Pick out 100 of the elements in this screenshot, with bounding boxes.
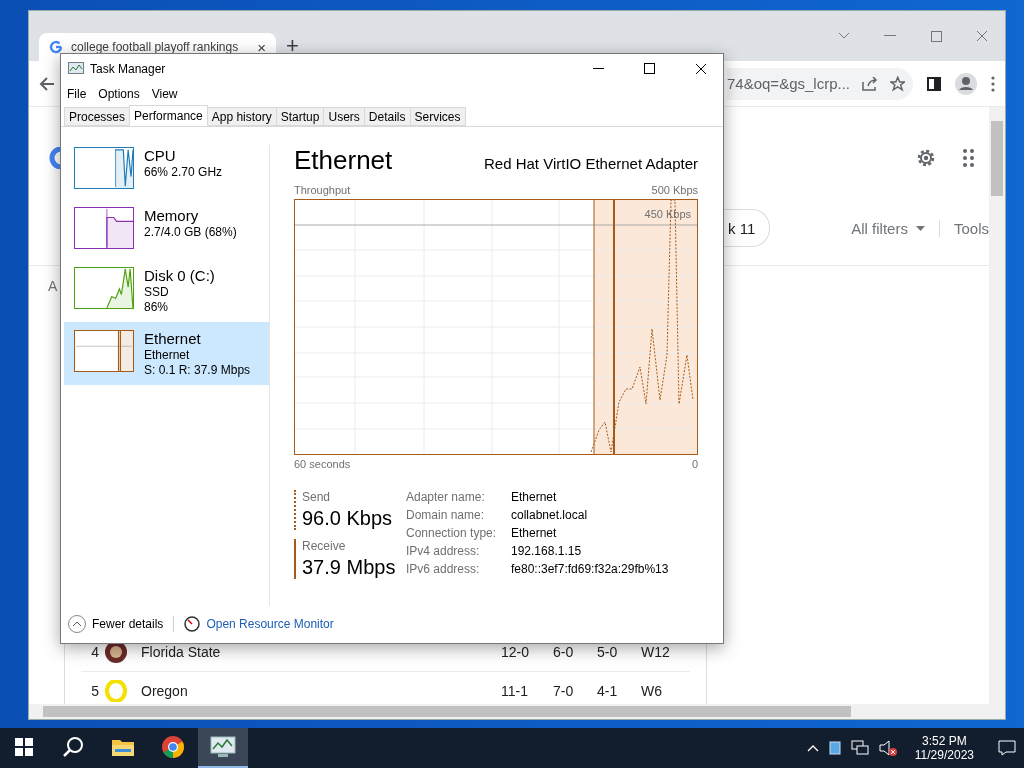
table-cell-text: 12-0 [501, 644, 531, 660]
graph-time-label: 0 [691, 458, 698, 470]
clock-time[interactable]: 3:52 PM [922, 734, 967, 748]
minimize-icon [593, 67, 604, 70]
search-engine-icon [49, 40, 63, 54]
menu-item[interactable]: File [67, 87, 87, 101]
apps-grid-icon[interactable] [963, 149, 975, 167]
settings-icon[interactable] [915, 147, 937, 169]
maximize-icon [930, 30, 942, 42]
resource-item[interactable]: Ethernet Ethernet S: 0.1 R: 37.9 Mbps [64, 322, 269, 385]
tab[interactable]: Processes [64, 107, 131, 126]
clock-date[interactable]: 11/29/2023 [914, 748, 974, 762]
tools-button[interactable]: Tools [939, 219, 989, 237]
network-icon[interactable] [850, 740, 869, 756]
share-icon[interactable] [862, 76, 878, 91]
tablet-icon[interactable] [828, 741, 841, 755]
detail-value: fe80::3ef7:fd69:f32a:29fb%13 [511, 562, 669, 576]
detail-value: 192.168.1.15 [511, 544, 583, 558]
windows-logo-icon [15, 738, 33, 756]
resource-item[interactable]: Memory 2.7/4.0 GB (68%) [64, 205, 269, 251]
resource-detail: 86% [144, 300, 170, 314]
chevron-up-icon [68, 615, 86, 633]
close-icon [694, 62, 707, 75]
address-bar[interactable]: 74&oq=&gs_lcrp... [727, 67, 913, 100]
team-logo-icon [105, 680, 127, 702]
detail-label: IPv6 address: [406, 562, 481, 576]
resource-item[interactable]: CPU 66% 2.70 GHz [64, 145, 269, 191]
resource-name: Ethernet [144, 330, 202, 347]
window-title: Task Manager [90, 61, 167, 76]
panel-heading: Ethernet [294, 145, 393, 176]
resource-detail: SSD [144, 285, 170, 299]
table-cell-text: 7-0 [553, 683, 575, 699]
rate-label: Send [302, 490, 332, 504]
rate-value: 37.9 Mbps [302, 556, 394, 579]
rate-value: 96.0 Kbps [302, 507, 394, 530]
menu-item[interactable]: Options [98, 87, 140, 101]
rank-cell-text: 5 [90, 683, 100, 699]
detail-value: Ethernet [511, 490, 558, 504]
adapter-title: Red Hat VirtIO Ethernet Adapter [484, 155, 698, 172]
fewer-details-button[interactable]: Fewer details [68, 615, 164, 633]
tab-close-button[interactable]: × [257, 38, 266, 56]
table-cell-text: W6 [641, 683, 663, 699]
notification-icon[interactable] [998, 740, 1016, 756]
tab[interactable]: Startup [275, 107, 325, 126]
monitor-chart-icon [210, 736, 236, 758]
table-cell-text: 11-1 [501, 683, 529, 699]
chevron-up-icon[interactable] [806, 744, 819, 752]
tab[interactable]: App history [206, 107, 277, 126]
graph-line-label: 450 Kbps [644, 208, 691, 220]
graph-label: Throughput [294, 184, 351, 196]
graph-time-label: 60 seconds [294, 458, 351, 470]
resource-detail: 2.7/4.0 GB (68%) [144, 225, 237, 239]
team-cell-text: Oregon [141, 683, 189, 699]
maximize-icon [644, 63, 655, 74]
search-icon [62, 736, 84, 758]
tab-title: college football playoff rankings [71, 40, 240, 54]
table-cell-text: W12 [641, 644, 671, 660]
resource-detail: 66% 2.70 GHz [144, 165, 223, 179]
muted-speaker-icon[interactable] [878, 740, 897, 756]
resource-detail: S: 0.1 R: 37.9 Mbps [144, 363, 251, 377]
detail-value: collabnet.local [511, 508, 589, 522]
resource-monitor-link[interactable]: Open Resource Monitor [184, 616, 334, 632]
caret-icon [915, 225, 925, 231]
profile-icon[interactable] [955, 72, 977, 95]
detail-label: Connection type: [406, 526, 498, 540]
tab[interactable]: Services [409, 107, 466, 126]
close-icon [976, 30, 988, 42]
tab[interactable]: Users [323, 107, 365, 126]
logo-fragment-icon [49, 147, 63, 169]
taskbar-button[interactable] [198, 728, 248, 768]
star-icon[interactable] [889, 75, 905, 92]
resource-name: Memory [144, 207, 200, 224]
rank-cell-text: 4 [90, 644, 100, 660]
gauge-icon [184, 616, 201, 632]
new-tab-button[interactable]: + [286, 35, 299, 57]
resource-item[interactable]: Disk 0 (C:) SSD 86% [64, 265, 269, 316]
tab[interactable]: Details [363, 107, 411, 126]
resource-name: Disk 0 (C:) [144, 267, 215, 284]
resource-name: CPU [144, 147, 177, 164]
back-arrow-icon[interactable] [39, 76, 55, 91]
rate-label: Receive [302, 539, 347, 553]
detail-label: Domain name: [406, 508, 486, 522]
monitor-chart-icon [68, 61, 84, 76]
detail-value: Ethernet [511, 526, 558, 540]
side-panel-icon[interactable] [927, 76, 941, 91]
resource-detail: Ethernet [144, 348, 191, 362]
graph-max-label: 500 Kbps [651, 184, 698, 196]
team-cell-text: Florida State [141, 644, 222, 660]
chevron-down-icon [838, 32, 850, 40]
all-filters-button[interactable]: All filters [837, 219, 940, 237]
menu-item[interactable]: View [151, 87, 178, 101]
table-cell-text: 4-1 [597, 683, 619, 699]
vertical-scrollbar[interactable] [989, 107, 1005, 704]
tab[interactable]: Performance [129, 105, 208, 126]
table-cell-text: 6-0 [553, 644, 575, 660]
minimize-icon [884, 35, 896, 37]
folder-icon [111, 737, 135, 757]
result-text: A [48, 278, 58, 294]
horizontal-scrollbar[interactable] [29, 704, 1005, 719]
menu-icon[interactable] [991, 75, 995, 92]
